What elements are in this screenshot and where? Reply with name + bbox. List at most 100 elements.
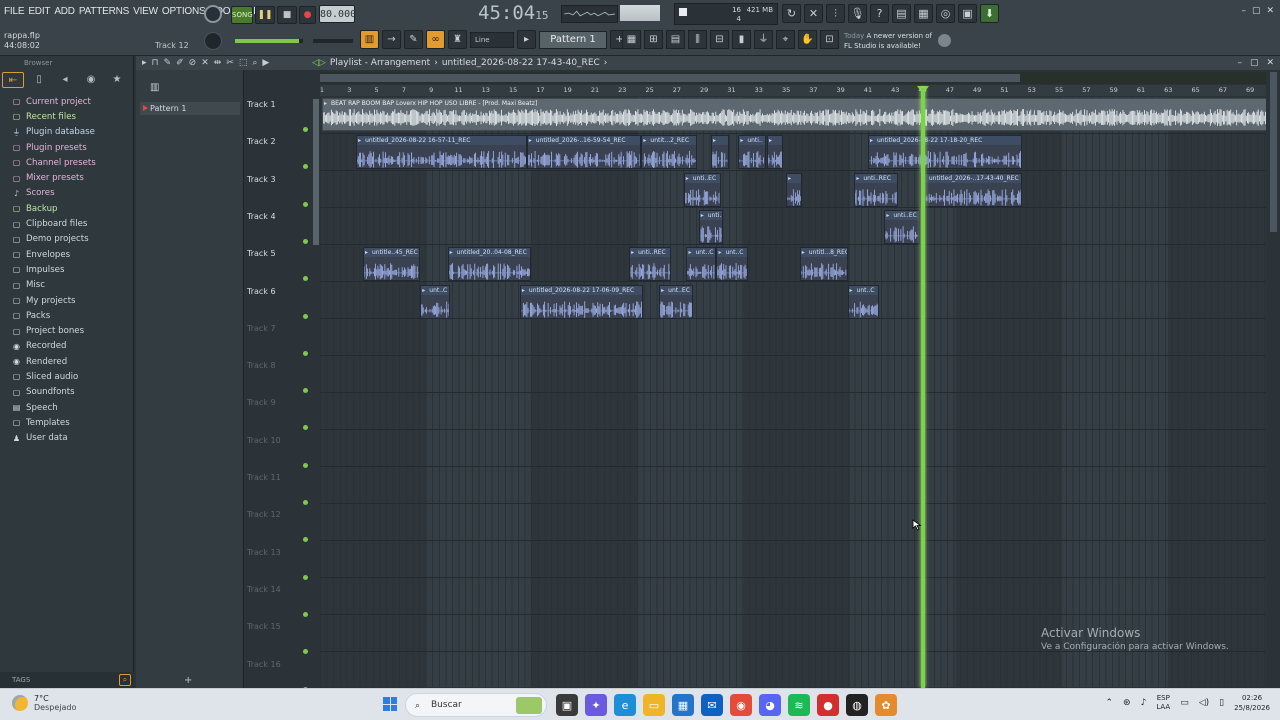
browser-item-project-bones[interactable]: ▢ Project bones xyxy=(0,323,133,338)
paint-tool-icon[interactable]: ✐ xyxy=(176,56,184,70)
main-volume-knob[interactable] xyxy=(204,5,222,23)
browser-item-sliced-audio[interactable]: ▢ Sliced audio xyxy=(0,369,133,384)
master-pitch-slider[interactable] xyxy=(313,39,353,43)
track-header[interactable]: Track 13 xyxy=(246,545,312,582)
piano-icon[interactable]: ▤ xyxy=(666,30,685,49)
audio-clip[interactable]: untitled_2026-08-22 16-57-11_REC xyxy=(356,135,527,170)
track-enable-led[interactable] xyxy=(303,201,308,207)
vertical-scroll-thumb[interactable] xyxy=(1270,72,1277,232)
obs-icon[interactable]: ◍ xyxy=(846,694,868,716)
select-tool-icon[interactable]: ⬚ xyxy=(239,56,248,70)
browser-star-icon[interactable]: ★ xyxy=(106,72,128,88)
browser-item-demo-projects[interactable]: ▢ Demo projects xyxy=(0,232,133,247)
taskbar-search[interactable]: ⌕ Buscar xyxy=(405,693,547,717)
audio-clip[interactable]: untitled_2026-..17-43-40_REC xyxy=(919,172,1023,207)
browser-item-speech[interactable]: ▤ Speech xyxy=(0,400,133,415)
audio-clip[interactable]: untitle..45_REC xyxy=(362,247,421,282)
battery-icon[interactable]: ▯ xyxy=(1219,698,1224,708)
file-explorer-icon[interactable]: ▭ xyxy=(643,694,665,716)
draw-tool-icon[interactable]: ✎ xyxy=(164,56,172,70)
clipboard-icon[interactable]: ▮ xyxy=(732,30,751,49)
playhead[interactable] xyxy=(920,88,925,688)
record-button[interactable]: ● xyxy=(299,6,316,24)
audio-clip[interactable] xyxy=(786,172,803,207)
task-view-icon[interactable]: ▣ xyxy=(556,694,578,716)
magnet-snap-icon[interactable]: ⊓ xyxy=(152,56,159,70)
download-icon[interactable]: ⬇ xyxy=(980,4,999,23)
track-enable-led[interactable] xyxy=(303,164,308,170)
track-strip-segment[interactable] xyxy=(313,99,319,245)
save-icon[interactable]: ▤ xyxy=(892,4,911,23)
track-enable-led[interactable] xyxy=(303,537,308,543)
track-enable-led[interactable] xyxy=(303,350,308,356)
cart-icon[interactable]: ⊡ xyxy=(820,30,839,49)
vertical-scrollbar[interactable] xyxy=(1267,72,1280,688)
track-enable-led[interactable] xyxy=(303,388,308,394)
browser-item-scores[interactable]: ♪ Scores xyxy=(0,186,133,201)
channel-rack-icon[interactable]: ⊞ xyxy=(644,30,663,49)
link-icon[interactable]: ∞ xyxy=(426,30,445,49)
outlook-icon[interactable]: ✉ xyxy=(701,694,723,716)
audio-clip[interactable]: unti..REC xyxy=(854,172,899,207)
chat-icon[interactable]: ◎ xyxy=(936,4,955,23)
browser-item-clipboard-files[interactable]: ▢ Clipboard files xyxy=(0,216,133,231)
playlist-close-icon[interactable]: ✕ xyxy=(1266,56,1274,70)
audio-clip[interactable]: unt..C xyxy=(847,284,879,319)
browser-item-plugin-database[interactable]: ⏚ Plugin database xyxy=(0,125,133,140)
audio-clip[interactable]: unt..C xyxy=(686,247,717,282)
pencil-tool-icon[interactable]: ✎ xyxy=(404,30,423,49)
menu-file[interactable]: FILE xyxy=(4,6,25,17)
plugin-icon[interactable]: ▦ xyxy=(914,4,933,23)
audio-clip[interactable] xyxy=(711,135,729,170)
store-icon[interactable]: ▦ xyxy=(672,694,694,716)
playback-tool-icon[interactable]: ▶ xyxy=(262,56,269,70)
browser-item-templates[interactable]: ▢ Templates xyxy=(0,415,133,430)
track-header[interactable]: Track 6 xyxy=(246,284,312,321)
help-icon[interactable]: ? xyxy=(870,4,889,23)
system-clock[interactable]: 02:26 25/8/2026 xyxy=(1234,693,1270,713)
audio-clip[interactable]: untitled_2026-08-22 17-18-20_REC xyxy=(868,135,1023,170)
piano-roll-icon[interactable]: ▥ xyxy=(360,30,379,49)
master-volume-slider[interactable] xyxy=(235,39,303,43)
fl-studio-icon[interactable]: ✿ xyxy=(875,694,897,716)
news-icon[interactable] xyxy=(938,34,951,47)
track-header[interactable]: Track 10 xyxy=(246,433,312,470)
horizontal-scrollbar[interactable] xyxy=(320,72,1266,84)
browser-refresh-icon[interactable]: ◉ xyxy=(80,72,102,88)
microphone-icon[interactable]: 🎙 xyxy=(848,4,867,23)
browser-item-envelopes[interactable]: ▢ Envelopes xyxy=(0,247,133,262)
tuner-icon[interactable]: ⫶ xyxy=(826,4,845,23)
audio-clip[interactable]: unti... xyxy=(698,209,724,244)
audio-clip[interactable]: unt..EC xyxy=(659,284,694,319)
playlist-icon[interactable]: ▦ xyxy=(622,30,641,49)
search-icon[interactable]: ⌕ xyxy=(119,674,131,686)
audio-clip[interactable]: unti..REC xyxy=(629,247,672,282)
track-header[interactable]: Track 5 xyxy=(246,246,312,283)
browser-item-recent-files[interactable]: ▢ Recent files xyxy=(0,109,133,124)
audio-clip[interactable]: untitled_2026-08-22 17-06-09_REC xyxy=(519,284,643,319)
slip-tool-icon[interactable]: ⇹ xyxy=(214,56,222,70)
tempo-display[interactable]: 80.000 xyxy=(319,5,356,23)
windows-start-icon[interactable] xyxy=(383,697,397,711)
app-red-icon[interactable]: ● xyxy=(817,694,839,716)
menu-edit[interactable]: EDIT xyxy=(28,6,50,17)
audio-clip[interactable]: unti..EC xyxy=(884,209,920,244)
track-header[interactable]: Track 1 xyxy=(246,97,312,134)
browser-back-icon[interactable]: ◂ xyxy=(54,72,76,88)
chrome-icon[interactable]: ◉ xyxy=(730,694,752,716)
song-mode-button[interactable]: SONG xyxy=(231,6,253,24)
track-header[interactable]: Track 9 xyxy=(246,395,312,432)
undo-icon[interactable]: ↻ xyxy=(782,4,801,23)
mute-tool-icon[interactable]: ✕ xyxy=(201,56,209,70)
track-enable-led[interactable] xyxy=(303,574,308,580)
stamp-icon[interactable]: ♜ xyxy=(448,30,467,49)
track-enable-led[interactable] xyxy=(303,127,308,132)
playlist-menu-icon[interactable]: ▸ xyxy=(142,56,147,70)
display-icon[interactable]: ▭ xyxy=(1180,698,1189,708)
tray-chevron-icon[interactable]: ⌃ xyxy=(1106,698,1114,708)
audio-clip[interactable]: untitled_2026-..16-59-54_REC xyxy=(526,135,642,170)
track-enable-led[interactable] xyxy=(303,611,308,617)
mixer-view-icon[interactable]: ⫼ xyxy=(688,30,707,49)
plug-icon[interactable]: ⏚ xyxy=(754,30,773,49)
close-icon[interactable]: ✕ xyxy=(1266,6,1274,16)
